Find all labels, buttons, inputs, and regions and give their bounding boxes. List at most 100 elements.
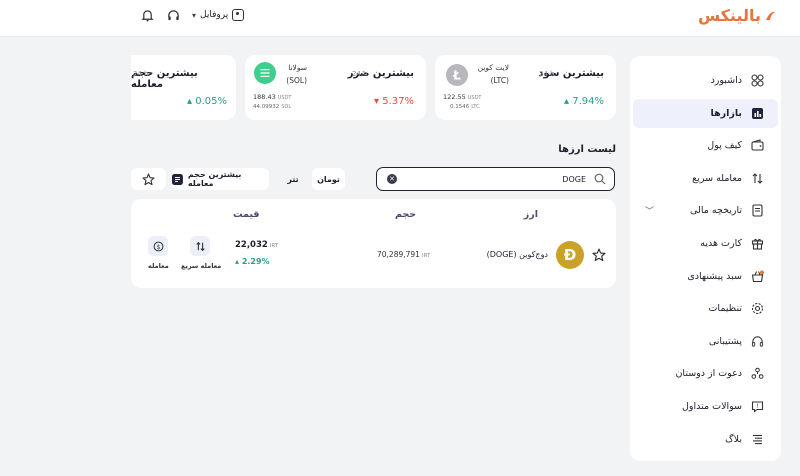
top-bar: بالینکس پروفایل ▾	[0, 0, 800, 37]
price-value: 22,032 IRT	[235, 240, 279, 250]
filter-toman-chip[interactable]: تومان	[312, 168, 345, 190]
sort-button[interactable]: بیشترین حجم معامله	[172, 168, 269, 190]
sidebar-item-label: بازارها	[710, 107, 742, 119]
sidebar-item-wallet[interactable]: کیف پول	[633, 131, 778, 160]
litecoin-icon: Ł	[446, 64, 468, 86]
card-period: 24 h	[133, 70, 149, 78]
clear-search-button[interactable]: ✕	[387, 174, 397, 184]
column-header-currency: ارز	[523, 209, 538, 220]
sidebar-item-faq[interactable]: ! سوالات متداول	[633, 392, 778, 421]
chip-label: تومان	[317, 174, 340, 184]
trade-button[interactable]: $	[148, 236, 168, 256]
user-icon	[232, 9, 245, 21]
headset-icon	[750, 334, 764, 348]
users-icon	[750, 367, 764, 381]
sidebar-item-suggested-basket[interactable]: سبد پیشنهادی	[633, 262, 778, 291]
headset-icon	[167, 9, 179, 20]
sidebar-item-label: پشتیبانی	[708, 335, 742, 347]
sidebar-item-markets[interactable]: بازارها	[633, 98, 778, 128]
arrow-up-icon: ▴	[187, 96, 193, 107]
logo[interactable]: بالینکس	[698, 6, 776, 25]
change-value: ▴ 0.05%	[187, 96, 227, 107]
search-input[interactable]	[426, 172, 586, 186]
sidebar-item-financial-history[interactable]: ﹀ تاریخچه مالی	[633, 196, 778, 225]
list-title: لیست ارزها	[558, 144, 616, 155]
search-box[interactable]: ✕	[376, 167, 615, 191]
sidebar-item-blog[interactable]: بلاگ	[633, 425, 778, 454]
sidebar-item-dashboard[interactable]: داشبورد	[633, 66, 778, 95]
question-icon: !	[750, 399, 764, 413]
doge-icon: Ð	[556, 241, 584, 269]
gift-icon	[750, 236, 764, 250]
star-icon	[142, 172, 155, 185]
profile-button[interactable]: پروفایل ▾	[192, 9, 245, 21]
wallet-icon	[750, 139, 764, 153]
close-icon: ✕	[389, 175, 395, 183]
swap-icon	[750, 171, 764, 185]
quick-trade-label: معامله سریع	[181, 262, 222, 270]
column-header-price: قیمت	[233, 209, 260, 220]
favorites-filter-button[interactable]	[131, 168, 166, 190]
sidebar-item-label: بلاگ	[725, 433, 742, 445]
coin-name: (DOGE) دوج‌کوین	[486, 250, 548, 259]
quick-trade-button[interactable]	[190, 236, 210, 256]
card-period: 24 h	[352, 70, 368, 78]
star-icon[interactable]	[592, 248, 606, 262]
sidebar-item-support[interactable]: پشتیبانی	[633, 327, 778, 356]
sidebar-item-label: تاریخچه مالی	[690, 205, 742, 217]
arrow-up-icon: ▴	[564, 96, 570, 107]
chip-label: تتر	[287, 174, 299, 184]
coin-sub-value: 44.09932 SOL	[253, 104, 292, 110]
receipt-icon	[750, 204, 764, 218]
sidebar: داشبورد بازارها کیف پول معامله سریع ﹀ تا…	[630, 56, 781, 461]
chevron-down-icon[interactable]: ﹀	[645, 204, 654, 217]
sidebar-item-label: کارت هدیه	[700, 237, 742, 249]
coin-name: سولانا	[288, 63, 307, 72]
card-period: 24 h	[539, 70, 555, 78]
trade-label: معامله	[148, 262, 169, 270]
gear-icon	[750, 302, 764, 316]
sidebar-item-gift-card[interactable]: کارت هدیه	[633, 229, 778, 258]
top-actions: پروفایل ▾	[140, 8, 245, 22]
notification-button[interactable]	[140, 8, 154, 22]
coin-trade-icon: $	[153, 241, 163, 251]
column-header-volume: حجم	[395, 209, 417, 220]
logo-text: بالینکس	[697, 6, 761, 25]
arrow-down-icon: ▾	[374, 96, 380, 107]
sidebar-item-quick-trade[interactable]: معامله سریع	[633, 164, 778, 193]
svg-text:Ł: Ł	[452, 69, 461, 83]
sidebar-item-label: داشبورد	[710, 75, 742, 86]
headset-button[interactable]	[166, 8, 180, 22]
chart-icon	[750, 106, 764, 120]
logo-mark-icon	[766, 11, 775, 20]
svg-text:!: !	[756, 403, 758, 410]
top-loser-card[interactable]: بیشترین ضرر 24 h ▾ 5.37% سولانا (SOL) 18…	[245, 55, 426, 120]
coin-sub-value: 0.1546 LTC	[450, 104, 480, 110]
sidebar-item-label: تنظیمات	[708, 303, 742, 315]
coin-price: 188.43 USDT	[253, 93, 292, 101]
volume-value: 70,289,791 IRT	[377, 250, 431, 259]
sidebar-item-label: سوالات متداول	[682, 400, 742, 412]
sort-icon	[172, 173, 183, 185]
filter-tether-chip[interactable]: تتر	[278, 168, 308, 190]
sidebar-item-label: دعوت از دوستان	[675, 368, 742, 380]
swap-icon	[195, 241, 205, 251]
change-value: ▴ 7.94%	[564, 96, 604, 107]
change-value: ▾ 5.37%	[374, 96, 414, 107]
solana-icon	[254, 62, 276, 84]
sidebar-item-invite-friends[interactable]: دعوت از دوستان	[633, 359, 778, 388]
search-icon	[594, 173, 606, 185]
sidebar-item-label: کیف پول	[707, 140, 742, 152]
chevron-down-icon: ▾	[192, 10, 197, 20]
sidebar-item-settings[interactable]: تنظیمات	[633, 294, 778, 323]
sort-label: بیشترین حجم معامله	[187, 170, 242, 188]
top-gainer-card[interactable]: بیشترین سود 24 h ▴ 7.94% Ł لایت کوین (LT…	[435, 55, 616, 120]
basket-icon	[750, 269, 764, 283]
profile-label: پروفایل	[200, 10, 229, 20]
top-volume-card[interactable]: بیشترین حجم معامله 24 h ▴ 0.05%	[131, 55, 236, 120]
currency-table: ارز حجم قیمت Ð (DOGE) دوج‌کوین 70,289,79…	[131, 199, 616, 288]
arrow-up-icon: ▴	[235, 257, 240, 266]
bell-icon	[140, 9, 154, 22]
change-value: ▴ 2.29%	[235, 257, 270, 266]
coin-price: 122.55 USDT	[443, 93, 482, 101]
